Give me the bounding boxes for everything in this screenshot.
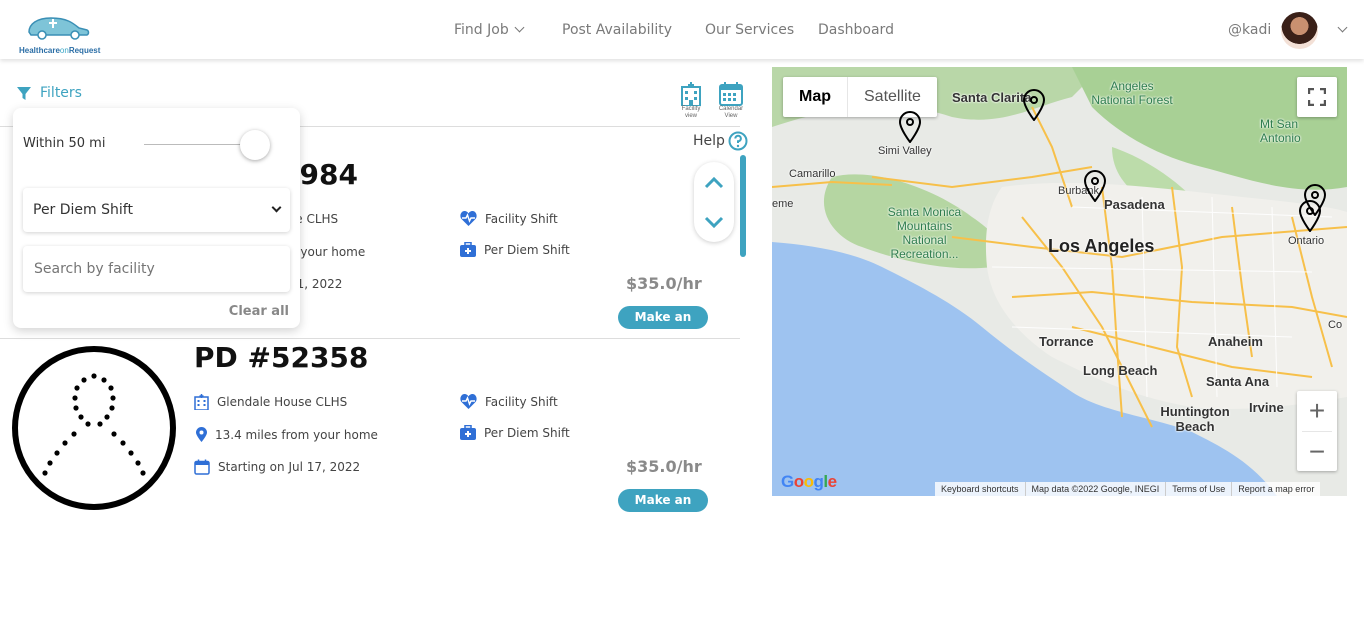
google-logo: Google (781, 472, 837, 491)
distance-slider-knob[interactable] (240, 130, 270, 160)
car-logo-icon (28, 17, 90, 40)
scroll-down-icon[interactable] (704, 216, 724, 229)
map-label-mt-san-antonio: Mt San Antonio (1260, 117, 1301, 145)
hospital-building-icon (681, 82, 701, 106)
top-header: HealthcareonRequest Find Job Post Availa… (0, 0, 1364, 59)
keyboard-shortcuts-link[interactable]: Keyboard shortcuts (935, 482, 1026, 496)
map-label-camarillo: Camarillo (789, 168, 836, 180)
calendar-view-label: Calendar View (718, 106, 744, 119)
heartbeat-icon (460, 211, 477, 226)
map-label-santa-monica-mtns: Santa Monica Mountains National Recreati… (887, 205, 962, 261)
nav-post-availability[interactable]: Post Availability (562, 22, 672, 38)
map-data-attribution: Map data ©2022 Google, INEGI (1026, 482, 1167, 496)
map-label-santa-clarita: Santa Clarita (952, 90, 1032, 105)
location-pin-icon (196, 427, 207, 442)
job-rate: $35.0/hr (626, 274, 702, 293)
map-pin-icon[interactable] (1298, 200, 1322, 232)
job-shift-kind: Facility Shift (460, 211, 558, 226)
filter-icon (17, 87, 31, 100)
map-label-irvine: Irvine (1249, 400, 1284, 415)
scroll-up-icon[interactable] (704, 176, 724, 189)
job-facility: Glendale House CLHS (194, 394, 347, 410)
medical-kit-icon (460, 425, 476, 440)
user-menu-chevron-icon[interactable] (1337, 22, 1348, 33)
map-label-pasadena: Pasadena (1104, 197, 1165, 212)
user-handle: @kadi (1228, 22, 1272, 38)
shift-type-value: Per Diem Shift (33, 202, 133, 218)
job-shift-kind: Facility Shift (460, 394, 558, 409)
job-shift-type: Per Diem Shift (460, 242, 570, 257)
calendar-view-button[interactable]: Calendar View (716, 82, 746, 120)
fullscreen-icon (1308, 88, 1326, 106)
job-rate: $35.0/hr (626, 457, 702, 476)
filter-panel: Within 50 mi Per Diem Shift Clear all (13, 108, 300, 328)
map-pin-icon[interactable] (1083, 170, 1107, 202)
terms-link[interactable]: Terms of Use (1166, 482, 1233, 496)
map-label-eme: eme (772, 198, 794, 210)
person-placeholder-icon (42, 373, 146, 476)
nav-our-services[interactable]: Our Services (705, 22, 794, 38)
map-label-ontario: Ontario (1288, 235, 1325, 247)
job-id: PD #52358 (194, 341, 369, 374)
building-icon (194, 394, 209, 410)
facility-search-input[interactable] (23, 246, 290, 292)
shift-type-select[interactable]: Per Diem Shift (23, 188, 290, 232)
map-label-santa-ana: Santa Ana (1206, 374, 1270, 389)
nav-dashboard[interactable]: Dashboard (818, 22, 894, 38)
zoom-out-button[interactable]: − (1297, 432, 1337, 472)
map-label-anaheim: Anaheim (1208, 334, 1263, 349)
make-offer-button[interactable]: Make an offer (618, 306, 708, 347)
filters-label: Filters (40, 85, 82, 101)
zoom-controls: + − (1297, 391, 1337, 471)
zoom-in-button[interactable]: + (1297, 391, 1337, 431)
map-view[interactable]: Map Satellite + − Santa Clarita Angeles … (772, 67, 1347, 496)
map-label-huntington-beach: Huntington Beach (1160, 404, 1230, 434)
facility-view-button[interactable]: Facility view (676, 82, 706, 120)
list-scrollbar[interactable] (740, 155, 746, 257)
map-pin-icon[interactable] (1022, 89, 1046, 121)
map-footer: Keyboard shortcuts Map data ©2022 Google… (935, 482, 1321, 496)
job-distance: n your home (289, 245, 366, 259)
map-type-map[interactable]: Map (783, 77, 847, 117)
brand-logo[interactable]: HealthcareonRequest (9, 8, 104, 55)
scroll-controls (694, 162, 734, 242)
make-offer-button[interactable]: Make an offer (618, 489, 708, 530)
job-distance: 13.4 miles from your home (196, 427, 378, 442)
avatar[interactable] (1281, 12, 1318, 49)
chevron-down-icon (271, 202, 282, 213)
map-label-angeles-nf: Angeles National Forest (1091, 79, 1173, 107)
nav-find-job[interactable]: Find Job (454, 22, 525, 38)
job-start-date: Starting on Jul 17, 2022 (194, 459, 360, 475)
map-label-torrance: Torrance (1039, 334, 1094, 349)
job-shift-type: Per Diem Shift (460, 425, 570, 440)
question-circle-icon (728, 131, 748, 151)
facility-view-label: Facility view (681, 106, 701, 119)
calendar-icon (719, 82, 743, 106)
map-label-long-beach: Long Beach (1083, 363, 1158, 378)
map-pin-icon[interactable] (898, 111, 922, 143)
help-button[interactable]: Help (693, 131, 748, 151)
medical-kit-icon (460, 242, 476, 257)
map-type-satellite[interactable]: Satellite (847, 77, 937, 117)
map-label-co: Co (1328, 319, 1343, 331)
clear-all-button[interactable]: Clear all (229, 304, 289, 319)
map-label-simi-valley: Simi Valley (878, 145, 932, 157)
help-label: Help (693, 133, 725, 149)
filters-button[interactable]: Filters (16, 85, 82, 101)
calendar-icon (194, 459, 210, 475)
fullscreen-button[interactable] (1297, 77, 1337, 117)
heartbeat-icon (460, 394, 477, 409)
facility-placeholder-avatar (12, 346, 176, 510)
distance-label: Within 50 mi (23, 136, 106, 151)
chevron-down-icon (514, 22, 525, 33)
card-divider (0, 338, 740, 339)
brand-name: HealthcareonRequest (19, 46, 101, 55)
report-error-link[interactable]: Report a map error (1232, 482, 1320, 496)
map-label-los-angeles: Los Angeles (1048, 236, 1155, 256)
